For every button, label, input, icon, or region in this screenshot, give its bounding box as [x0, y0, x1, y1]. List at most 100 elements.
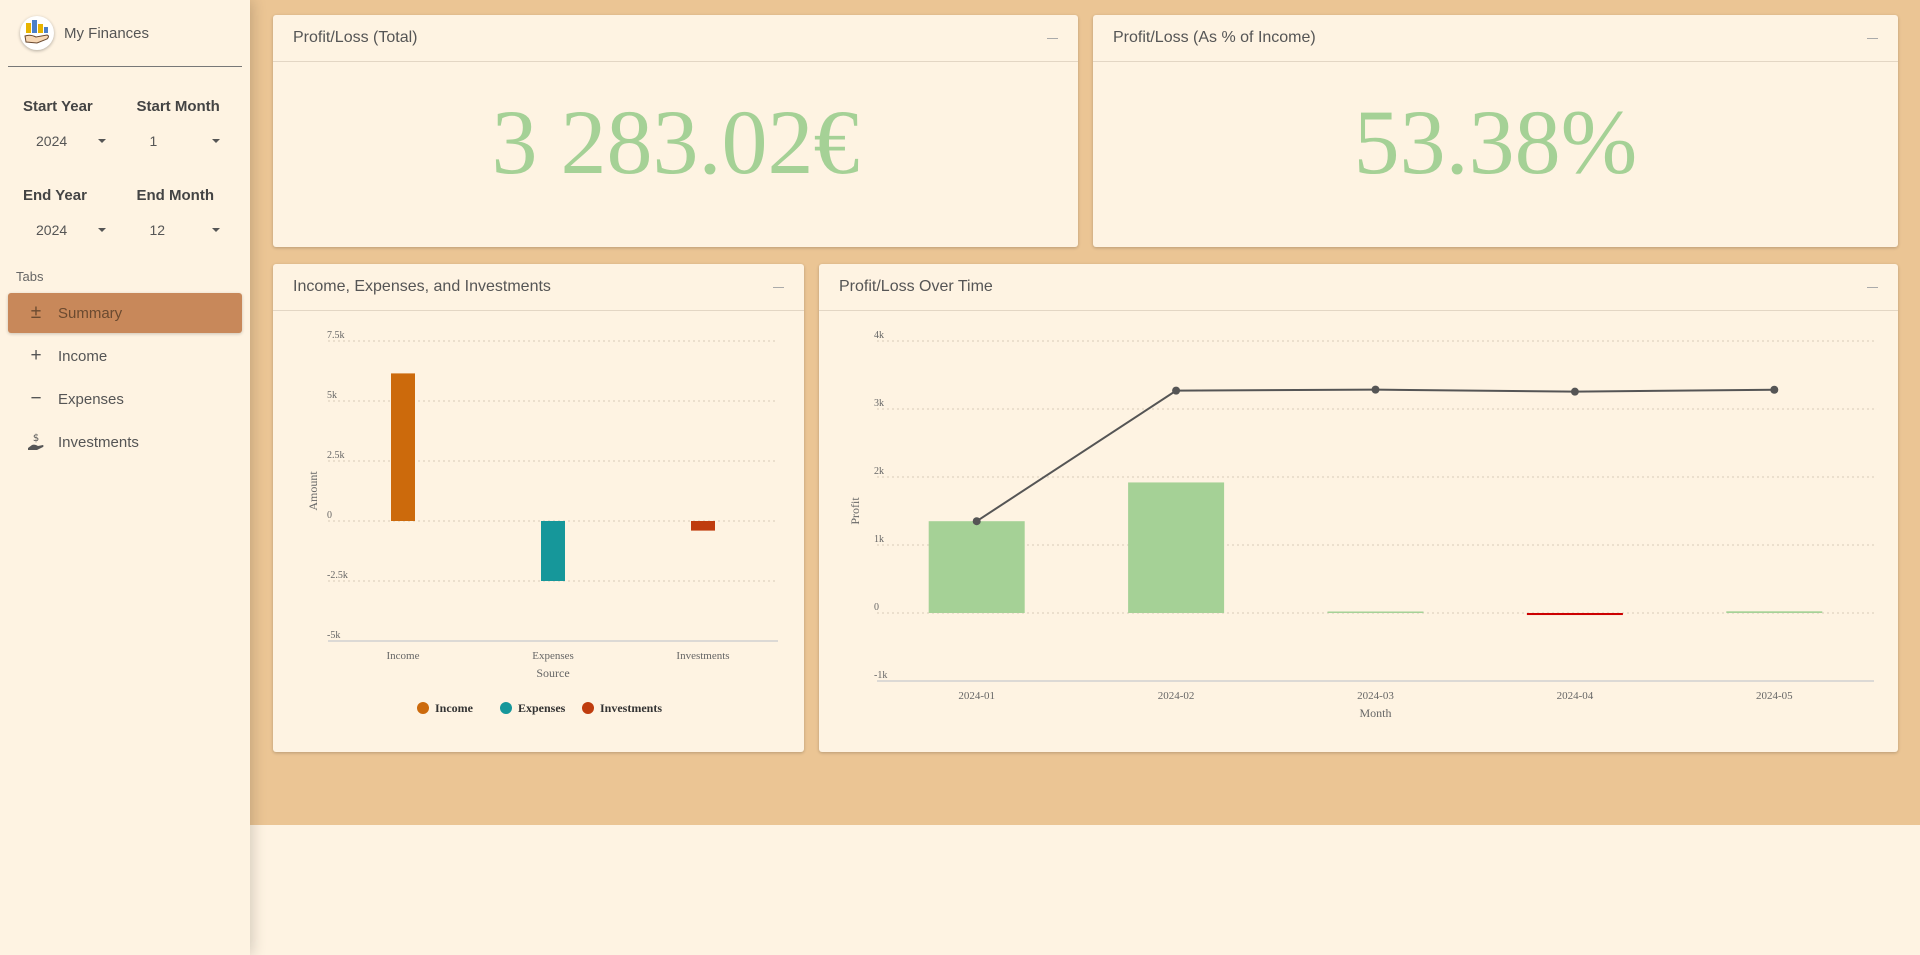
card-title: Income, Expenses, and Investments	[293, 278, 551, 295]
x-tick-label: Investments	[676, 650, 729, 662]
x-tick-label: 2024-02	[1158, 690, 1195, 702]
chevron-down-icon	[98, 228, 106, 232]
bar-investments	[691, 521, 715, 531]
y-axis-title: Profit	[848, 497, 862, 525]
iei-card: Income, Expenses, and Investments 7.5k 5k…	[273, 264, 804, 752]
cumulative-point	[972, 517, 981, 526]
y-tick-label: 1k	[874, 534, 884, 545]
profit-over-time-chart: 4k 3k 2k 1k 0 -1k 2024-01 2024-02 2024-03 2024-04…	[848, 330, 1874, 720]
sidebar-item-label: Income	[58, 347, 108, 365]
y-tick-label: 5k	[327, 390, 337, 401]
y-axis-title: Amount	[306, 471, 320, 511]
bar-2024-02	[1128, 482, 1225, 613]
end-year-label: End Year	[23, 187, 87, 204]
sidebar-item-expenses[interactable]: − Expenses	[8, 379, 242, 419]
start-year-label: Start Year	[23, 98, 93, 115]
x-axis-title: Month	[1359, 706, 1391, 720]
y-tick-label: -5k	[327, 630, 340, 641]
end-month-filter: End Month 12	[137, 187, 251, 238]
bar-2024-05	[1726, 611, 1823, 613]
x-tick-label: 2024-04	[1557, 690, 1594, 702]
bar-2024-04	[1526, 613, 1623, 616]
y-tick-label: 4k	[874, 330, 884, 341]
end-year-value: 2024	[36, 222, 68, 238]
y-tick-label: 7.5k	[327, 330, 345, 341]
profit-total-value: 3 283.02€	[491, 91, 860, 193]
y-tick-label: 2k	[874, 466, 884, 477]
y-tick-label: 2.5k	[327, 450, 345, 461]
end-month-label: End Month	[136, 187, 214, 204]
cumulative-point	[1371, 385, 1380, 394]
x-tick-label: 2024-01	[958, 690, 995, 702]
minus-icon: −	[30, 388, 42, 409]
footer-area	[250, 825, 1920, 955]
card-title: Profit/Loss (As % of Income)	[1113, 29, 1316, 46]
sidebar-item-label: Investments	[58, 433, 139, 451]
legend-label: Investments	[600, 701, 662, 715]
brand[interactable]: My Finances	[8, 0, 242, 67]
bar-income	[391, 373, 415, 521]
profit-percent-value: 53.38%	[1353, 91, 1638, 193]
sidebar: My Finances Start Year 2024 Start Month …	[0, 0, 250, 955]
bar-2024-03	[1327, 611, 1424, 613]
x-tick-label: 2024-03	[1357, 690, 1394, 702]
card-title: Profit/Loss Over Time	[839, 278, 993, 295]
collapse-icon[interactable]	[1867, 286, 1878, 288]
sidebar-item-label: Summary	[58, 304, 123, 322]
collapse-icon[interactable]	[1867, 37, 1878, 39]
end-year-filter: End Year 2024	[23, 187, 137, 238]
card-title: Profit/Loss (Total)	[293, 29, 418, 46]
plus-icon: +	[30, 345, 42, 366]
legend-marker	[582, 702, 594, 714]
chevron-down-icon	[211, 228, 220, 232]
income-expenses-investments-chart: 7.5k 5k 2.5k 0 -2.5k -5k Income Expenses Investm…	[306, 330, 778, 715]
start-year-value: 2024	[36, 133, 68, 149]
legend-label: Income	[435, 701, 474, 715]
y-tick-label: -2.5k	[327, 570, 348, 581]
plus-minus-icon: ±	[30, 302, 42, 323]
y-tick-label: 3k	[874, 398, 884, 409]
start-year-select[interactable]: 2024	[23, 133, 106, 149]
collapse-icon[interactable]	[1047, 37, 1058, 39]
sidebar-item-income[interactable]: + Income	[8, 336, 242, 376]
svg-text:$: $	[33, 433, 39, 444]
collapse-icon[interactable]	[773, 286, 784, 288]
app-logo	[20, 16, 54, 50]
y-tick-label: 0	[327, 510, 332, 521]
start-month-value: 1	[149, 133, 158, 149]
cumulative-point	[1172, 386, 1181, 395]
cumulative-point	[1770, 385, 1779, 394]
profit-percent-card: Profit/Loss (As % of Income) 53.38%	[1093, 15, 1898, 247]
x-tick-label: Income	[387, 650, 420, 662]
legend-label: Expenses	[518, 701, 566, 715]
legend-marker	[500, 702, 512, 714]
tabs-label: Tabs	[16, 269, 44, 284]
x-tick-label: 2024-05	[1756, 690, 1793, 702]
legend-marker	[417, 702, 429, 714]
x-axis-title: Source	[536, 666, 569, 680]
sidebar-item-summary[interactable]: ± Summary	[8, 293, 242, 333]
end-month-value: 12	[149, 222, 166, 238]
profit-total-card: Profit/Loss (Total) 3 283.02€	[273, 15, 1078, 247]
sidebar-item-label: Expenses	[58, 390, 124, 408]
hand-dollar-icon: $	[26, 432, 46, 452]
end-month-select[interactable]: 12	[137, 222, 220, 238]
start-month-filter: Start Month 1	[137, 98, 251, 149]
bar-expenses	[541, 521, 565, 581]
bar-2024-01	[928, 521, 1025, 613]
chevron-down-icon	[211, 139, 220, 143]
cumulative-point	[1570, 387, 1579, 396]
y-tick-label: 0	[874, 602, 879, 613]
start-year-filter: Start Year 2024	[23, 98, 137, 149]
x-tick-label: Expenses	[532, 650, 574, 662]
y-tick-label: -1k	[874, 670, 887, 681]
app-title: My Finances	[64, 24, 150, 42]
start-month-label: Start Month	[136, 98, 220, 115]
profit-over-time-card: Profit/Loss Over Time 4k 3k 2k 1k 0 -1k 2024-0…	[819, 264, 1898, 752]
cumulative-line	[976, 388, 1775, 523]
sidebar-item-investments[interactable]: $ Investments	[8, 422, 242, 462]
main-content: Profit/Loss (Total) 3 283.02€ Profit/Los…	[250, 0, 1920, 825]
chevron-down-icon	[98, 139, 106, 143]
end-year-select[interactable]: 2024	[23, 222, 106, 238]
start-month-select[interactable]: 1	[137, 133, 220, 149]
